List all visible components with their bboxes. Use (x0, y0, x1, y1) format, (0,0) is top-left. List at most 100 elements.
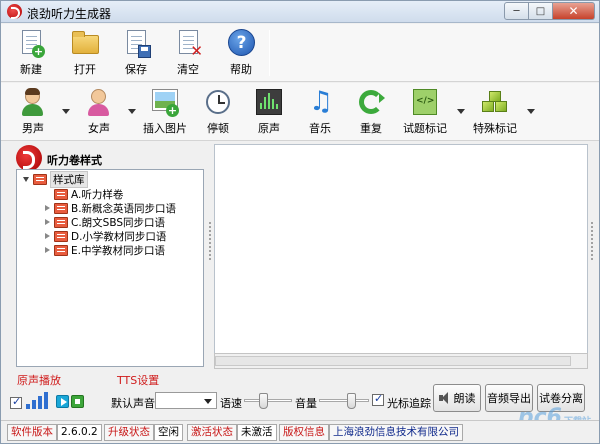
window-controls: ─ □ ✕ (504, 2, 595, 20)
read-aloud-button[interactable]: 朗读 (433, 384, 481, 412)
right-splitter-grip[interactable] (590, 221, 594, 261)
question-mark-icon (413, 89, 437, 115)
music-note-icon: ♫ (309, 86, 334, 117)
version-value: 2.6.0.2 (57, 424, 102, 441)
volume-label: 音量 (295, 397, 317, 410)
style-panel: 听力卷样式 样式库 A.听力样卷 B.新概念英语同步口语 C.朗文SBS同步口语… (4, 143, 206, 369)
read-aloud-label: 朗读 (453, 392, 476, 405)
tree-item[interactable]: A.听力样卷 (45, 187, 123, 201)
open-button[interactable]: 打开 (65, 28, 105, 78)
clear-label: 清空 (177, 63, 199, 76)
audio-export-label: 音频导出 (487, 392, 531, 405)
copyright-value: 上海浪劲信息技术有限公司 (329, 424, 463, 441)
plus-icon: + (32, 45, 45, 58)
folder-icon (72, 31, 99, 54)
script-editor[interactable] (214, 144, 588, 369)
tree-item[interactable]: E.中学教材同步口语 (45, 243, 165, 257)
toolbar-separator (269, 30, 270, 76)
pause-button[interactable]: 停顿 (198, 87, 238, 137)
expand-arrow-icon[interactable] (45, 205, 50, 211)
tree-root[interactable]: 样式库 (23, 170, 88, 188)
panel-logo-icon (16, 145, 42, 171)
special-mark-button[interactable]: 特殊标记 (473, 87, 517, 137)
help-button[interactable]: ? 帮助 (221, 28, 261, 78)
volume-slider[interactable] (319, 393, 369, 409)
status-bar: 软件版本 2.6.0.2 升级状态 空闲 激活状态 未激活 版权信息 上海浪劲信… (1, 420, 599, 443)
male-person-icon (25, 88, 40, 104)
tree-item[interactable]: C.朗文SBS同步口语 (45, 215, 165, 229)
splitter-grip[interactable] (208, 221, 212, 261)
repeat-icon (359, 90, 385, 114)
expand-arrow-icon[interactable] (45, 233, 50, 239)
folder-icon (54, 230, 68, 242)
expand-arrow-icon[interactable] (45, 219, 50, 225)
copyright-label: 版权信息 (279, 424, 329, 441)
clear-button[interactable]: ✕ 清空 (168, 28, 208, 78)
special-mark-dropdown-icon[interactable] (527, 109, 535, 114)
female-voice-dropdown-icon[interactable] (128, 109, 136, 114)
male-voice-label: 男声 (22, 122, 44, 135)
minimize-button[interactable]: ─ (504, 2, 529, 20)
tree-item-label: C.朗文SBS同步口语 (71, 216, 166, 229)
new-button[interactable]: + 新建 (11, 28, 51, 78)
tts-settings-link[interactable]: TTS设置 (117, 372, 159, 388)
version-label: 软件版本 (7, 424, 57, 441)
window-title: 浪劲听力生成器 (27, 7, 112, 21)
scrollbar-thumb[interactable] (215, 356, 571, 366)
music-button[interactable]: ♫ 音乐 (300, 87, 340, 137)
cubes-icon (482, 91, 508, 113)
file-toolbar: + 新建 打开 保存 ✕ 清空 ? 帮助 (1, 24, 599, 82)
volume-slider-knob[interactable] (347, 393, 356, 409)
open-label: 打开 (74, 63, 96, 76)
original-sound-label: 原声 (258, 122, 280, 135)
tree-item[interactable]: D.小学教材同步口语 (45, 229, 166, 243)
original-sound-button[interactable]: 原声 (249, 87, 289, 137)
save-button[interactable]: 保存 (116, 28, 156, 78)
female-body-icon (88, 104, 109, 116)
female-voice-button[interactable]: 女声 (79, 87, 119, 137)
app-logo-icon (7, 4, 22, 19)
special-mark-label: 特殊标记 (473, 122, 517, 135)
collapse-arrow-icon[interactable] (23, 176, 29, 182)
stop-button[interactable] (71, 395, 84, 408)
male-voice-button[interactable]: 男声 (13, 87, 53, 137)
help-label: 帮助 (230, 63, 252, 76)
activation-status-value[interactable]: 未激活 (237, 424, 277, 441)
save-label: 保存 (125, 63, 147, 76)
tree-root-label: 样式库 (50, 170, 88, 188)
folder-icon (33, 173, 47, 185)
speed-label: 语速 (220, 397, 242, 410)
volume-bars-icon (26, 391, 52, 409)
insert-toolbar: 男声 女声 + 插入图片 停顿 原声 ♫ 音乐 重复 </> 试题标记 特殊标记 (1, 83, 599, 141)
expand-arrow-icon[interactable] (45, 247, 50, 253)
original-playback-link[interactable]: 原声播放 (17, 372, 61, 388)
editor-horizontal-scrollbar[interactable] (214, 353, 588, 369)
red-x-icon: ✕ (190, 42, 203, 60)
new-label: 新建 (20, 63, 42, 76)
tree-item-label: E.中学教材同步口语 (71, 244, 165, 257)
upgrade-status-label: 升级状态 (104, 424, 154, 441)
style-panel-header: 听力卷样式 (4, 143, 206, 171)
question-mark-dropdown-icon[interactable] (457, 109, 465, 114)
default-voice-select[interactable] (155, 392, 217, 409)
insert-image-button[interactable]: + 插入图片 (143, 87, 187, 137)
app-window: 浪劲听力生成器 ─ □ ✕ + 新建 打开 保存 ✕ 清空 ? 帮助 男声 女声… (0, 0, 600, 444)
scrollbar-corner (571, 354, 587, 368)
cursor-tracking-checkbox[interactable] (372, 392, 384, 406)
question-mark-button[interactable]: 试题标记 (403, 87, 447, 137)
question-mark-label: 试题标记 (403, 122, 447, 135)
tree-item-label: A.听力样卷 (71, 188, 124, 201)
speed-slider[interactable] (244, 393, 292, 409)
close-button[interactable]: ✕ (553, 2, 595, 20)
male-voice-dropdown-icon[interactable] (62, 109, 70, 114)
maximize-button[interactable]: □ (529, 2, 553, 20)
disk-icon (138, 45, 151, 58)
play-button[interactable] (56, 395, 69, 408)
speed-slider-knob[interactable] (259, 393, 268, 409)
folder-icon (54, 216, 68, 228)
folder-icon (54, 188, 68, 200)
tree-item-label: B.新概念英语同步口语 (71, 202, 177, 215)
repeat-button[interactable]: 重复 (351, 87, 391, 137)
tree-item[interactable]: B.新概念英语同步口语 (45, 201, 176, 215)
playback-checkbox[interactable] (10, 395, 22, 409)
